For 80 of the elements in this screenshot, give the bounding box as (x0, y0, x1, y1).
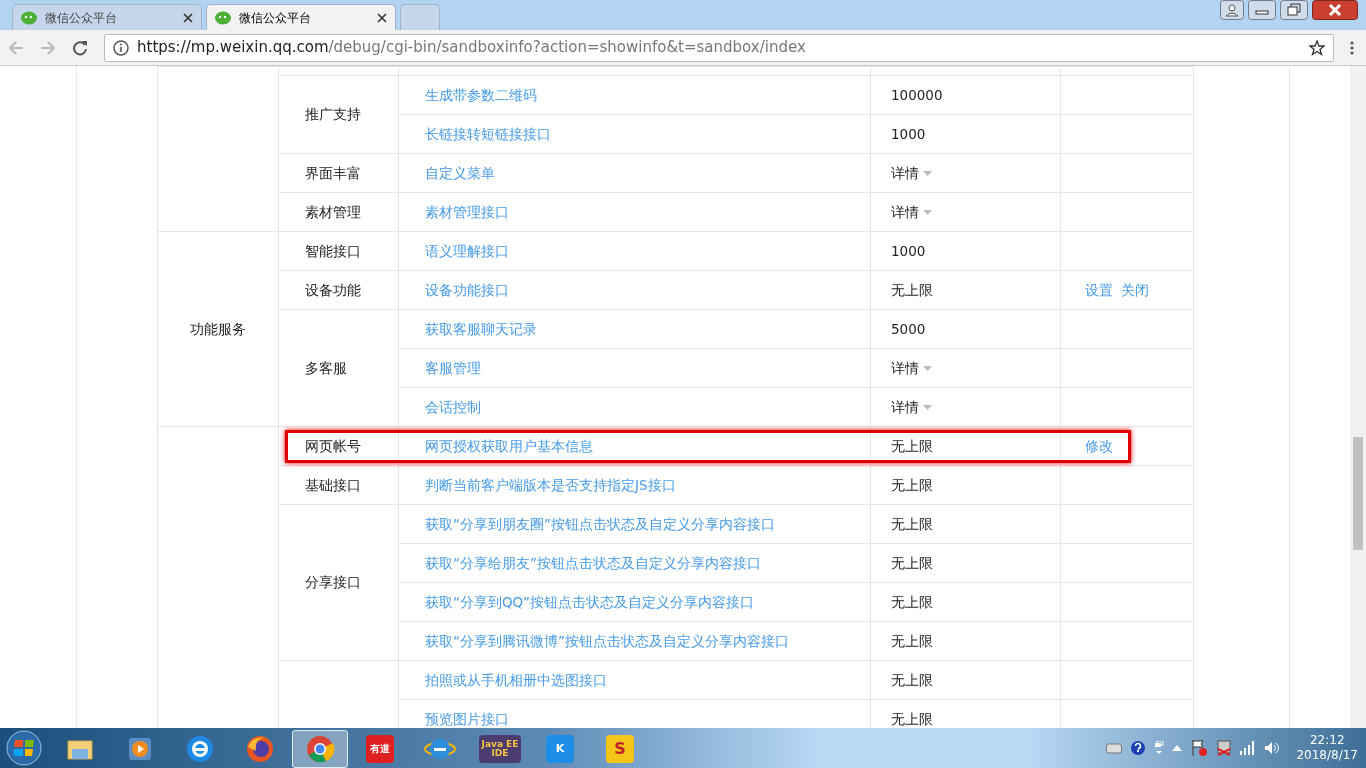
category-label: 推广支持 (305, 106, 361, 123)
quota-text: 1000 (891, 242, 926, 259)
browser-tab[interactable]: 微信公众平台 (12, 4, 202, 30)
scroll-thumb[interactable] (1353, 437, 1363, 550)
close-icon[interactable] (1312, 0, 1358, 20)
category-label: 多客服 (305, 359, 347, 376)
action-link[interactable]: 设置 (1085, 281, 1113, 298)
minimize-icon[interactable] (1248, 0, 1276, 20)
category-label: 分享接口 (305, 574, 361, 591)
detail-toggle[interactable]: 详情 (891, 396, 932, 418)
clock[interactable]: 22:12 2018/8/17 (1296, 733, 1358, 763)
app-logo: K (546, 734, 574, 763)
api-link[interactable]: 网页授权获取用户基本信息 (425, 437, 593, 454)
info-icon (113, 39, 129, 56)
caret-icon (923, 209, 932, 215)
taskbar-button[interactable] (292, 729, 348, 768)
api-link[interactable]: 自定义菜单 (425, 164, 495, 181)
detail-toggle[interactable]: 详情 (891, 201, 932, 223)
quota-text: 无上限 (891, 437, 933, 454)
group-label: 功能服务 (190, 320, 246, 337)
taskbar-button[interactable]: 有道 (352, 729, 408, 768)
api-link[interactable]: 素材管理接口 (425, 203, 509, 220)
star-icon[interactable] (1309, 39, 1325, 56)
app-logo: Java EE IDE (479, 734, 521, 763)
caret-icon (923, 365, 932, 371)
caret-icon (923, 170, 932, 176)
user-icon[interactable] (1220, 0, 1244, 20)
chevron-up-icon[interactable] (1172, 745, 1183, 751)
close-icon[interactable] (183, 12, 193, 23)
api-link[interactable]: 会话控制 (425, 398, 481, 415)
action-link[interactable]: 修改 (1085, 437, 1113, 454)
quota-text: 无上限 (891, 554, 933, 571)
browser-tab[interactable]: 微信公众平台 (206, 4, 396, 30)
taskbar-button[interactable]: Java EE IDE (472, 729, 528, 768)
api-link[interactable]: 客服管理 (425, 359, 481, 376)
caret-icon (923, 404, 932, 410)
quota-text: 无上限 (891, 515, 933, 532)
api-link[interactable]: 生成带参数二维码 (425, 86, 537, 103)
quota-text: 无上限 (891, 671, 933, 688)
app-logo: S (606, 734, 634, 763)
scrollbar[interactable] (1350, 66, 1366, 728)
signal-icon[interactable] (1240, 741, 1257, 755)
quota-text: 100000 (891, 86, 943, 103)
keyboard-icon[interactable] (1106, 742, 1123, 754)
flag-icon[interactable] (1190, 739, 1209, 757)
restore-icon[interactable] (1280, 0, 1308, 20)
taskbar-button[interactable]: K (532, 729, 588, 768)
api-link[interactable]: 拍照或从手机相册中选图接口 (425, 671, 607, 688)
quota-text: 无上限 (891, 593, 933, 610)
quota-text: 无上限 (891, 632, 933, 649)
api-link[interactable]: 长链接转短链接接口 (425, 125, 551, 142)
menu-icon[interactable] (1350, 39, 1354, 56)
url-text: https://mp.weixin.qq.com/debug/cgi-bin/sandboxinfo?action=showinfo&t=sandbox/index (137, 37, 807, 59)
category-label: 智能接口 (305, 242, 361, 259)
api-link[interactable]: 获取客服聊天记录 (425, 320, 537, 337)
taskbar-button[interactable]: S (592, 729, 648, 768)
category-label: 素材管理 (305, 203, 361, 220)
quota-text: 5000 (891, 320, 926, 337)
help-icon[interactable] (1130, 740, 1147, 756)
detail-toggle[interactable]: 详情 (891, 162, 932, 184)
chat-icon (215, 10, 231, 25)
volume-icon[interactable] (1264, 741, 1281, 755)
api-link[interactable]: 设备功能接口 (425, 281, 509, 298)
reload-icon[interactable] (72, 39, 88, 56)
app-logo: 有道 (366, 734, 394, 763)
quota-text: 无上限 (891, 710, 933, 727)
category-label: 网页帐号 (305, 437, 361, 454)
quota-text: 无上限 (891, 281, 933, 298)
category-label: 设备功能 (305, 281, 361, 298)
api-link[interactable]: 预览图片接口 (425, 710, 509, 727)
api-link[interactable]: 语义理解接口 (425, 242, 509, 259)
close-icon[interactable] (377, 12, 387, 23)
chat-icon (21, 10, 37, 25)
quota-text: 1000 (891, 125, 926, 142)
detail-toggle[interactable]: 详情 (891, 357, 932, 379)
action-link[interactable]: 关闭 (1121, 281, 1149, 298)
address-bar[interactable]: https://mp.weixin.qq.com/debug/cgi-bin/sandboxinfo?action=showinfo&t=sandbox/index (104, 33, 1334, 62)
category-label: 界面丰富 (305, 164, 361, 181)
category-label: 基础接口 (305, 476, 361, 493)
quota-text: 无上限 (891, 476, 933, 493)
